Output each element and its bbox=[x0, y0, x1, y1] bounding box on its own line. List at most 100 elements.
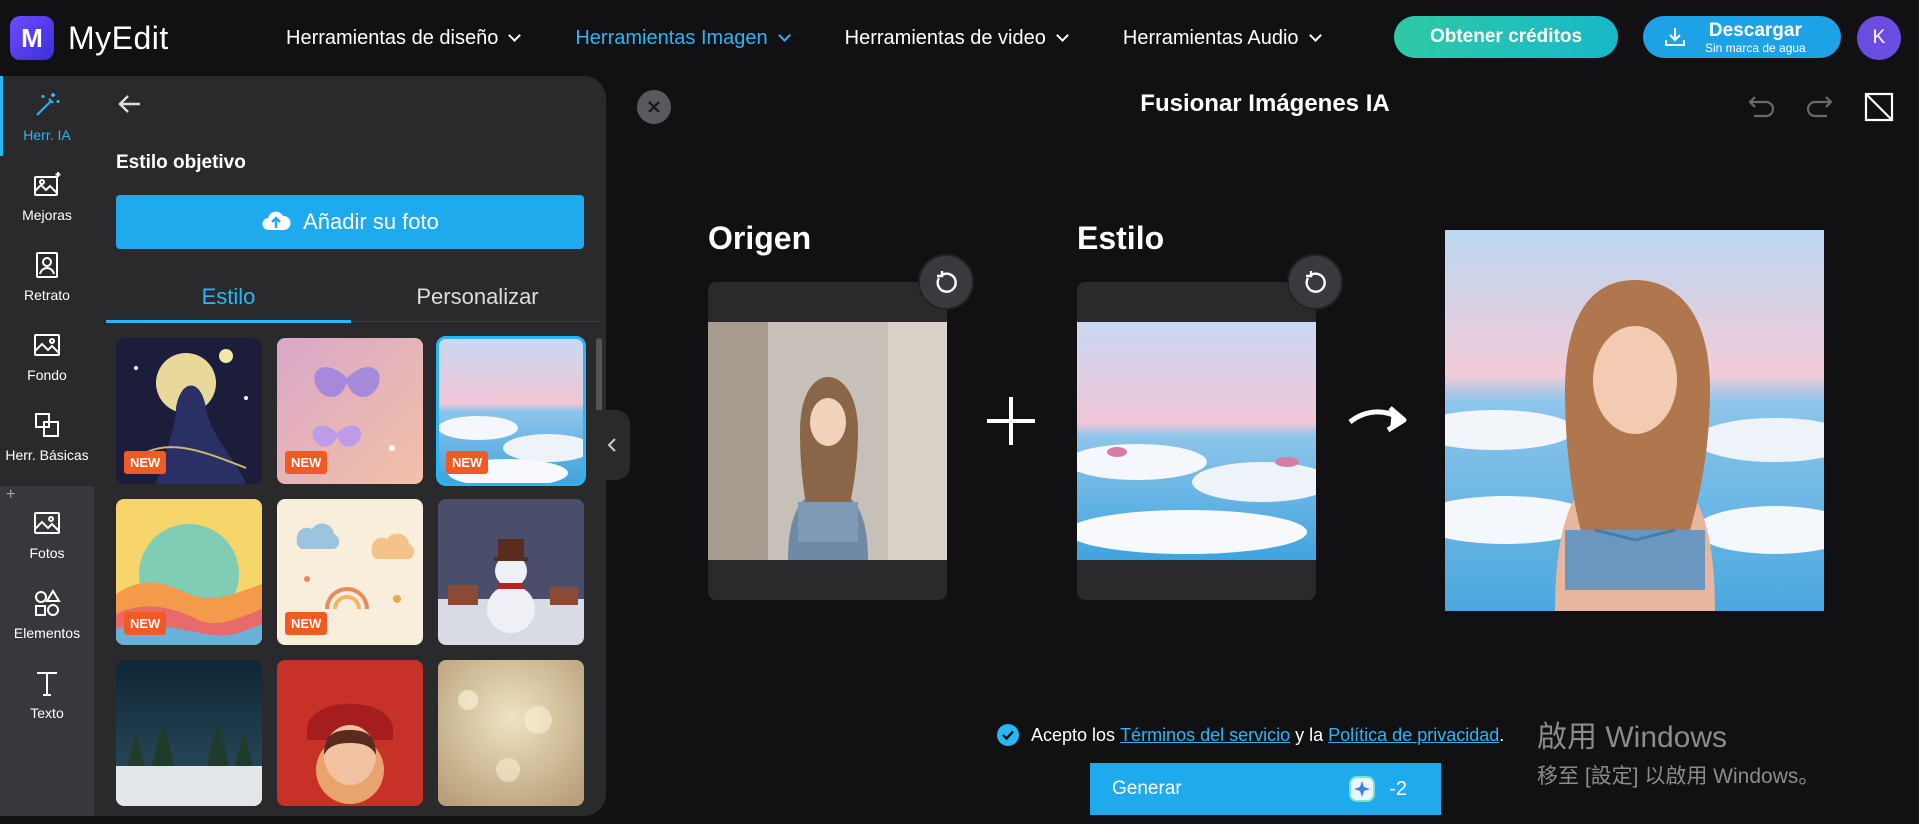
tab-style[interactable]: Estilo bbox=[106, 272, 351, 323]
text-icon bbox=[37, 672, 57, 696]
user-avatar[interactable]: K bbox=[1857, 16, 1901, 60]
windows-activation-watermark: 啟用 Windows 移至 [設定] 以啟用 Windows。 bbox=[1537, 712, 1819, 790]
rail-label: Elementos bbox=[13, 625, 81, 641]
magic-wand-icon bbox=[36, 93, 60, 116]
chevron-left-icon bbox=[607, 438, 616, 452]
new-badge: NEW bbox=[446, 451, 489, 474]
terms-checkbox[interactable] bbox=[997, 724, 1019, 746]
download-label: Descargar bbox=[1708, 19, 1802, 41]
rail-item-enhance[interactable]: Mejoras bbox=[0, 156, 94, 236]
generate-label: Generar bbox=[1112, 778, 1182, 799]
style-thumb-red-hood-girl[interactable] bbox=[277, 660, 423, 806]
rail-label: Herr. Básicas bbox=[5, 447, 89, 463]
style-thumb-clouds-pattern[interactable]: NEW bbox=[277, 499, 423, 645]
style-thumb-golden-bokeh[interactable] bbox=[438, 660, 584, 806]
portrait-icon bbox=[36, 252, 58, 278]
page-title: Fusionar Imágenes IA bbox=[1140, 90, 1390, 117]
style-thumb-snowy-sea[interactable]: NEW bbox=[436, 336, 586, 486]
rail-item-ai-tools[interactable]: Herr. IA bbox=[0, 76, 94, 156]
top-bar: M MyEdit Herramientas de diseño Herramie… bbox=[0, 0, 1919, 76]
reset-icon bbox=[936, 271, 957, 293]
credit-sparkle-icon bbox=[1349, 776, 1376, 802]
style-preview bbox=[116, 660, 262, 806]
background-icon bbox=[34, 334, 60, 356]
add-photo-button[interactable]: Añadir su foto bbox=[116, 195, 584, 249]
curved-arrow-icon bbox=[1348, 406, 1407, 433]
style-preview bbox=[277, 660, 423, 806]
rail-item-background[interactable]: Fondo bbox=[0, 316, 94, 396]
reset-source-button[interactable] bbox=[918, 254, 974, 310]
rail-label: Texto bbox=[30, 705, 64, 721]
collapse-panel-button[interactable] bbox=[594, 410, 630, 480]
logo[interactable]: M MyEdit bbox=[10, 16, 169, 60]
panel-title: Estilo objetivo bbox=[116, 152, 246, 173]
source-label: Origen bbox=[708, 220, 812, 256]
style-thumb-night-goddess[interactable]: NEW bbox=[116, 338, 262, 484]
style-preview bbox=[438, 660, 584, 806]
watermark-line-1: 啟用 Windows bbox=[1537, 721, 1728, 754]
terms-agreement: Acepto los Términos del servicio y la Po… bbox=[997, 724, 1504, 746]
style-label: Estilo bbox=[1077, 220, 1165, 256]
privacy-policy-link[interactable]: Política de privacidad bbox=[1328, 725, 1499, 746]
cloud-upload-icon bbox=[262, 211, 291, 231]
add-photo-label: Añadir su foto bbox=[303, 209, 439, 234]
reset-icon bbox=[1305, 271, 1326, 293]
download-text: Descargar Sin marca de agua bbox=[1705, 21, 1806, 54]
app-name: MyEdit bbox=[68, 19, 169, 56]
style-thumb-rainbow-landscape[interactable]: NEW bbox=[116, 499, 262, 645]
result-image[interactable] bbox=[1445, 230, 1824, 611]
generate-cost: -2 bbox=[1349, 763, 1407, 815]
photo-icon bbox=[34, 512, 60, 534]
compare-icon[interactable] bbox=[1862, 90, 1896, 124]
check-icon bbox=[1002, 730, 1014, 741]
style-photo bbox=[1077, 322, 1316, 560]
rail-item-elements[interactable]: Elementos bbox=[0, 574, 94, 654]
main-nav: Herramientas de diseño Herramientas Imag… bbox=[286, 0, 1376, 76]
chevron-down-icon bbox=[508, 29, 522, 42]
new-badge: NEW bbox=[285, 612, 328, 635]
rail-label: Fondo bbox=[27, 367, 67, 383]
undo-icon[interactable] bbox=[1744, 90, 1778, 124]
chevron-down-icon bbox=[1308, 29, 1322, 42]
style-preview bbox=[438, 499, 584, 645]
source-image-card[interactable] bbox=[708, 282, 947, 600]
nav-video-tools[interactable]: Herramientas de video bbox=[845, 27, 1069, 50]
terms-suffix: . bbox=[1499, 724, 1505, 745]
source-photo bbox=[708, 322, 947, 560]
generate-button[interactable]: Generar -2 bbox=[1090, 763, 1441, 815]
nav-audio-tools[interactable]: Herramientas Audio bbox=[1122, 26, 1322, 50]
download-button[interactable]: Descargar Sin marca de agua bbox=[1643, 16, 1841, 58]
nav-label: Herramientas de diseño bbox=[286, 26, 499, 49]
style-panel: Estilo objetivo Añadir su foto Estilo Pe… bbox=[94, 76, 606, 816]
style-image-card[interactable] bbox=[1077, 282, 1316, 600]
rail-label: Fotos bbox=[29, 545, 65, 561]
nav-image-tools[interactable]: Herramientas Imagen bbox=[575, 27, 791, 50]
nav-label: Herramientas Audio bbox=[1122, 26, 1299, 49]
new-badge: NEW bbox=[124, 612, 167, 635]
style-thumb-winter-forest[interactable] bbox=[116, 660, 262, 806]
rail-label: Retrato bbox=[24, 287, 70, 303]
tab-customize[interactable]: Personalizar bbox=[355, 272, 600, 322]
get-credits-button[interactable]: Obtener créditos bbox=[1394, 16, 1618, 58]
close-icon bbox=[648, 101, 660, 113]
nav-design-tools[interactable]: Herramientas de diseño bbox=[286, 26, 522, 50]
redo-icon[interactable] bbox=[1803, 90, 1837, 124]
chevron-down-icon bbox=[1056, 29, 1069, 42]
rail-item-photos[interactable]: Fotos bbox=[0, 494, 94, 574]
result-photo bbox=[1445, 230, 1824, 611]
style-thumb-snowman-village[interactable] bbox=[438, 499, 584, 645]
tool-rail: + Herr. IA Mejoras Retrato Fondo Herr. B… bbox=[0, 76, 94, 816]
rail-item-text[interactable]: Texto bbox=[0, 654, 94, 734]
generate-cost-value: -2 bbox=[1389, 777, 1407, 800]
rail-item-portrait[interactable]: Retrato bbox=[0, 236, 94, 316]
terms-mid: y la bbox=[1295, 724, 1324, 745]
crop-icon bbox=[35, 413, 59, 437]
style-thumb-pink-butterflies[interactable]: NEW bbox=[277, 338, 423, 484]
reset-style-button[interactable] bbox=[1287, 254, 1343, 310]
back-arrow-icon[interactable] bbox=[116, 90, 144, 118]
close-button[interactable] bbox=[637, 90, 671, 124]
chevron-down-icon bbox=[777, 29, 791, 42]
image-sparkle-icon bbox=[34, 172, 61, 196]
rail-item-basic-tools[interactable]: Herr. Básicas bbox=[0, 396, 94, 476]
terms-of-service-link[interactable]: Términos del servicio bbox=[1120, 725, 1290, 746]
